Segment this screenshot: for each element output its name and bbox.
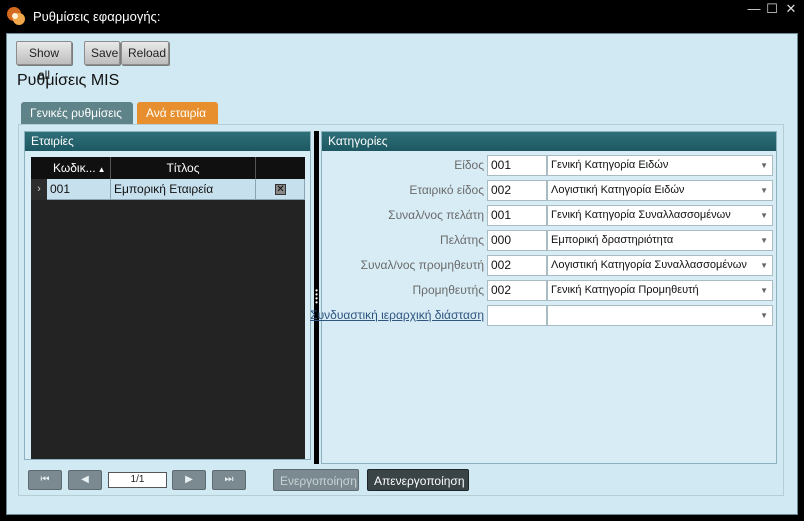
next-page-button[interactable]: ▶ bbox=[172, 470, 206, 490]
page-indicator-input[interactable]: 1/1 bbox=[108, 472, 167, 488]
cell-delete: ✕ bbox=[256, 179, 305, 200]
chevron-down-icon[interactable]: ▼ bbox=[760, 281, 768, 300]
last-page-button[interactable]: ⏭ bbox=[212, 470, 246, 490]
next-page-icon: ▶ bbox=[185, 474, 193, 485]
field-row-company-item: Εταιρικό είδος 002 Λογιστική Κατηγορία Ε… bbox=[322, 180, 778, 201]
company-item-code-input[interactable]: 002 bbox=[487, 180, 547, 201]
select-value: Γενική Κατηγορία Ειδών bbox=[551, 159, 669, 171]
page-title: Ρυθμίσεις MIS bbox=[17, 72, 120, 89]
categories-header: Κατηγορίες bbox=[322, 132, 776, 151]
chevron-down-icon[interactable]: ▼ bbox=[760, 231, 768, 250]
window-title: Ρυθμίσεις εφαρμογής: bbox=[33, 9, 161, 24]
column-code-label: Κωδικ... bbox=[53, 161, 96, 175]
delete-row-icon[interactable]: ✕ bbox=[275, 184, 286, 195]
select-value: Γενική Κατηγορία Προμηθευτή bbox=[551, 284, 699, 296]
activate-button[interactable]: Ενεργοποίηση bbox=[273, 469, 359, 491]
companies-grid: Κωδικ... ▲ Τίτλος › 001 Εμπορική Εταιρεία… bbox=[31, 157, 305, 459]
customer-code-input[interactable]: 000 bbox=[487, 230, 547, 251]
select-value: Γενική Κατηγορία Συναλλασσομένων bbox=[551, 209, 731, 221]
cell-title[interactable]: Εμπορική Εταιρεία bbox=[111, 179, 256, 200]
close-icon[interactable]: ✕ bbox=[782, 1, 800, 17]
chevron-down-icon[interactable]: ▼ bbox=[760, 256, 768, 275]
field-label: Συναλ/νος πελάτη bbox=[388, 208, 484, 222]
grid-header: Κωδικ... ▲ Τίτλος bbox=[31, 157, 305, 179]
company-item-category-select[interactable]: Λογιστική Κατηγορία Ειδών ▼ bbox=[547, 180, 773, 201]
field-label: Συναλ/νος προμηθευτή bbox=[360, 258, 484, 272]
row-indicator-icon: › bbox=[31, 179, 47, 200]
minimize-icon[interactable]: — bbox=[745, 1, 763, 17]
chevron-down-icon[interactable]: ▼ bbox=[760, 206, 768, 225]
categories-panel: Κατηγορίες Είδος 001 Γενική Κατηγορία Ει… bbox=[310, 131, 778, 464]
customer-category-select[interactable]: Εμπορική δραστηριότητα ▼ bbox=[547, 230, 773, 251]
supplier-code-input[interactable]: 002 bbox=[487, 280, 547, 301]
sort-ascending-icon: ▲ bbox=[97, 165, 106, 174]
customer-trader-code-input[interactable]: 001 bbox=[487, 205, 547, 226]
column-header-code[interactable]: Κωδικ... ▲ bbox=[47, 157, 111, 179]
field-row-supplier-trader: Συναλ/νος προμηθευτή 002 Λογιστική Κατηγ… bbox=[322, 255, 778, 276]
supplier-trader-code-input[interactable]: 002 bbox=[487, 255, 547, 276]
title-bar: Ρυθμίσεις εφαρμογής: — ☐ ✕ bbox=[0, 0, 804, 33]
chevron-down-icon[interactable]: ▼ bbox=[760, 181, 768, 200]
previous-page-icon: ◀ bbox=[81, 474, 89, 485]
supplier-trader-category-select[interactable]: Λογιστική Κατηγορία Συναλλασσομένων ▼ bbox=[547, 255, 773, 276]
field-row-item: Είδος 001 Γενική Κατηγορία Ειδών ▼ bbox=[322, 155, 778, 176]
item-code-input[interactable]: 001 bbox=[487, 155, 547, 176]
window-client: Show all Save Reload Ρυθμίσεις MIS Γενικ… bbox=[6, 33, 798, 515]
field-label: Πελάτης bbox=[440, 233, 484, 247]
column-header-title[interactable]: Τίτλος bbox=[111, 157, 256, 179]
previous-page-button[interactable]: ◀ bbox=[68, 470, 102, 490]
last-page-icon: ⏭ bbox=[224, 474, 234, 485]
customer-trader-category-select[interactable]: Γενική Κατηγορία Συναλλασσομένων ▼ bbox=[547, 205, 773, 226]
field-row-supplier: Προμηθευτής 002 Γενική Κατηγορία Προμηθε… bbox=[322, 280, 778, 301]
table-row[interactable]: › 001 Εμπορική Εταιρεία ✕ bbox=[31, 179, 305, 200]
field-row-customer-trader: Συναλ/νος πελάτη 001 Γενική Κατηγορία Συ… bbox=[322, 205, 778, 226]
item-category-select[interactable]: Γενική Κατηγορία Ειδών ▼ bbox=[547, 155, 773, 176]
splitter-grip-icon[interactable]: • • • • bbox=[314, 287, 319, 307]
select-value: Λογιστική Κατηγορία Συναλλασσομένων bbox=[551, 259, 747, 271]
field-label: Είδος bbox=[454, 158, 484, 172]
cell-code[interactable]: 001 bbox=[47, 179, 111, 200]
hierarchical-dimension-link[interactable]: Συνδυαστική ιεραρχική διάσταση bbox=[310, 305, 484, 326]
save-button[interactable]: Save bbox=[84, 41, 120, 65]
first-page-icon: ⏮ bbox=[40, 474, 50, 485]
field-label: Εταιρικό είδος bbox=[409, 183, 484, 197]
show-all-button[interactable]: Show all bbox=[16, 41, 72, 82]
hierarchical-dimension-select[interactable]: ▼ bbox=[547, 305, 773, 326]
first-page-button[interactable]: ⏮ bbox=[28, 470, 62, 490]
chevron-down-icon[interactable]: ▼ bbox=[760, 306, 768, 325]
tab-general-settings[interactable]: Γενικές ρυθμίσεις bbox=[21, 102, 133, 124]
maximize-icon[interactable]: ☐ bbox=[763, 1, 781, 17]
column-header-delete bbox=[256, 157, 305, 179]
companies-header: Εταιρίες bbox=[25, 132, 310, 151]
app-logo-icon bbox=[7, 7, 25, 25]
chevron-down-icon[interactable]: ▼ bbox=[760, 156, 768, 175]
reload-button[interactable]: Reload bbox=[121, 41, 169, 65]
select-value: Εμπορική δραστηριότητα bbox=[551, 234, 674, 246]
select-value: Λογιστική Κατηγορία Ειδών bbox=[551, 184, 685, 196]
deactivate-button[interactable]: Απενεργοποίηση bbox=[367, 469, 469, 491]
supplier-category-select[interactable]: Γενική Κατηγορία Προμηθευτή ▼ bbox=[547, 280, 773, 301]
companies-panel: Εταιρίες Κωδικ... ▲ Τίτλος › 001 Εμπορική… bbox=[24, 131, 311, 460]
field-row-customer: Πελάτης 000 Εμπορική δραστηριότητα ▼ bbox=[322, 230, 778, 251]
field-row-hierarchical-dimension: Συνδυαστική ιεραρχική διάσταση ▼ bbox=[310, 305, 778, 326]
field-label: Προμηθευτής bbox=[412, 283, 484, 297]
hierarchical-dimension-code-input[interactable] bbox=[487, 305, 547, 326]
tab-per-company[interactable]: Ανά εταιρία bbox=[137, 102, 218, 124]
